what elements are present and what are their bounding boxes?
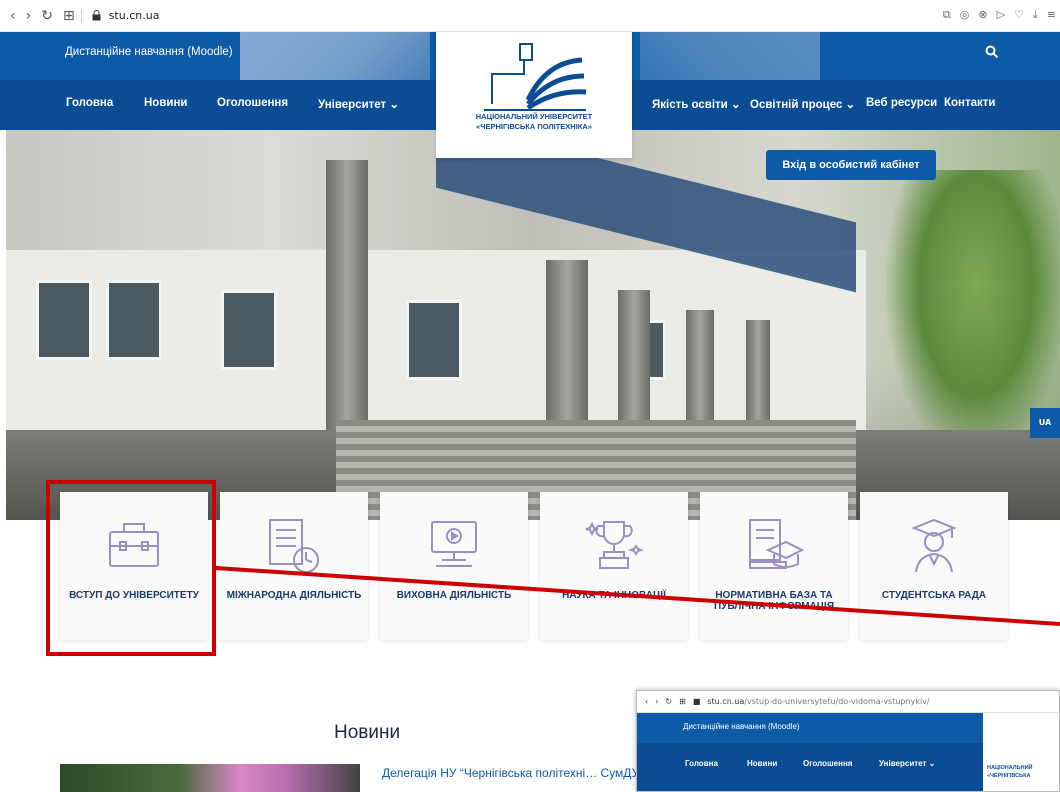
inset-browser-toolbar: ‹ › ↻ ⊞ ■ stu.cn.ua/vstup-do-universytet…	[637, 691, 1059, 713]
logo-text-line2: «ЧЕРНІГІВСЬКА ПОЛІТЕХНІКА»	[476, 122, 592, 131]
inset-lock-icon: ■	[692, 697, 701, 706]
nav-home[interactable]: Головна	[66, 97, 113, 109]
news-photo[interactable]	[60, 764, 360, 792]
hero-window	[221, 290, 277, 370]
card-label: СТУДЕНТСЬКА РАДА	[881, 590, 987, 601]
inset-url: stu.cn.ua/vstup-do-universytetu/do-vidom…	[707, 697, 930, 706]
nav-education-process[interactable]: Освітній процес ⌄	[750, 97, 855, 111]
browser-toolbar: ‹ › ↻ ⊞ stu.cn.ua ⧉ ◎ ⊗ ▷ ♡ ⤓ ≡	[0, 0, 1060, 32]
block-icon[interactable]: ⊗	[978, 8, 987, 22]
card-label: ВИХОВНА ДІЯЛЬНІСТЬ	[396, 590, 512, 601]
language-switcher[interactable]: UA	[1030, 408, 1060, 438]
computer-video-icon	[431, 521, 477, 567]
heart-icon[interactable]: ♡	[1014, 8, 1024, 22]
share-icon[interactable]: ⧉	[943, 8, 951, 22]
hero-column	[618, 290, 650, 440]
play-icon[interactable]: ▷	[997, 8, 1005, 22]
logo-emblem-icon	[484, 43, 587, 111]
header-decoration	[240, 32, 430, 80]
inset-logo-line1: НАЦІОНАЛЬНИЙ	[987, 765, 1033, 771]
logo-text-line1: НАЦІОНАЛЬНИЙ УНІВЕРСИТЕТ	[475, 112, 593, 121]
nav-news[interactable]: Новини	[144, 97, 187, 109]
browser-tools: ⧉ ◎ ⊗ ▷ ♡ ⤓ ≡	[943, 8, 1056, 22]
inset-logo-line2: «ЧЕРНІГІВСЬКА	[987, 773, 1031, 779]
inset-forward-icon: ›	[655, 697, 659, 706]
search-icon[interactable]	[985, 45, 999, 59]
news-heading: Новини	[334, 722, 401, 743]
inset-nav-university: Університет ⌄	[879, 759, 936, 768]
card-normative-base[interactable]: НОРМАТИВНА БАЗА ТА ПУБЛІЧНА ІНФОРМАЦІЯ	[700, 492, 848, 640]
hero-column	[326, 160, 368, 460]
website: Дистанційне навчання (Moodle) Головна Но…	[0, 32, 1060, 792]
inset-screenshot: ‹ › ↻ ⊞ ■ stu.cn.ua/vstup-do-universytet…	[636, 690, 1060, 792]
document-clock-icon	[269, 519, 319, 573]
inset-apps-icon: ⊞	[679, 697, 686, 706]
lock-icon	[92, 10, 101, 21]
inset-nav-news: Новини	[747, 759, 778, 768]
hero-window	[36, 280, 92, 360]
graduate-student-icon	[911, 518, 957, 573]
nav-web-resources[interactable]: Веб ресурси	[866, 97, 937, 109]
inset-nav-home: Головна	[685, 759, 718, 768]
card-education[interactable]: ВИХОВНА ДІЯЛЬНІСТЬ	[380, 492, 528, 640]
moodle-link[interactable]: Дистанційне навчання (Moodle)	[65, 46, 233, 58]
nav-education-quality[interactable]: Якість освіти ⌄	[652, 97, 741, 111]
inset-back-icon: ‹	[645, 697, 649, 706]
menu-icon[interactable]: ≡	[1047, 8, 1056, 22]
reload-icon[interactable]: ↻	[41, 8, 53, 24]
nav-announcements[interactable]: Оголошення	[217, 97, 288, 109]
forward-icon[interactable]: ›	[26, 8, 32, 24]
inset-nav-announcements: Оголошення	[803, 759, 853, 768]
card-label: МІЖНАРОДНА ДІЯЛЬНІСТЬ	[226, 590, 362, 601]
card-student-council[interactable]: СТУДЕНТСЬКА РАДА	[860, 492, 1008, 640]
header-decoration-right	[640, 32, 820, 80]
highlight-box	[46, 480, 216, 656]
inset-logo: НАЦІОНАЛЬНИЙ «ЧЕРНІГІВСЬКА	[983, 713, 1059, 791]
card-label: НАУКА ТА ІННОВАЦІЇ	[562, 590, 666, 601]
inset-moodle-link: Дистанційне навчання (Moodle)	[683, 722, 800, 731]
card-science[interactable]: НАУКА ТА ІННОВАЦІЇ	[540, 492, 688, 640]
download-icon[interactable]: ⤓	[1033, 8, 1038, 22]
inset-reload-icon: ↻	[665, 697, 673, 706]
toolbar-divider	[80, 8, 82, 23]
url-text[interactable]: stu.cn.ua	[109, 9, 160, 22]
book-graduation-icon	[749, 519, 804, 569]
card-label: НОРМАТИВНА БАЗА ТА ПУБЛІЧНА ІНФОРМАЦІЯ	[713, 590, 835, 612]
news-item-title[interactable]: Делегація НУ “Чернігівська політехні… Су…	[382, 766, 642, 780]
card-international[interactable]: МІЖНАРОДНА ДІЯЛЬНІСТЬ	[220, 492, 368, 640]
cabinet-login-button[interactable]: Вхід в особистий кабінет	[766, 150, 936, 180]
camera-icon[interactable]: ◎	[960, 8, 970, 22]
apps-icon[interactable]: ⊞	[63, 8, 75, 24]
hero-window	[406, 300, 462, 380]
trophy-icon	[585, 521, 644, 569]
hero-slider[interactable]	[6, 130, 1060, 520]
browser-nav: ‹ › ↻ ⊞	[0, 8, 75, 24]
hero-column	[546, 260, 588, 440]
screenshot: ‹ › ↻ ⊞ stu.cn.ua ⧉ ◎ ⊗ ▷ ♡ ⤓ ≡ Дистанці…	[0, 0, 1060, 792]
hero-window	[106, 280, 162, 360]
nav-contacts[interactable]: Контакти	[944, 97, 995, 109]
university-logo[interactable]: НАЦІОНАЛЬНИЙ УНІВЕРСИТЕТ «ЧЕРНІГІВСЬКА П…	[436, 32, 632, 158]
back-icon[interactable]: ‹	[10, 8, 16, 24]
address-bar[interactable]: stu.cn.ua	[92, 9, 160, 22]
nav-university[interactable]: Університет ⌄	[318, 97, 399, 111]
